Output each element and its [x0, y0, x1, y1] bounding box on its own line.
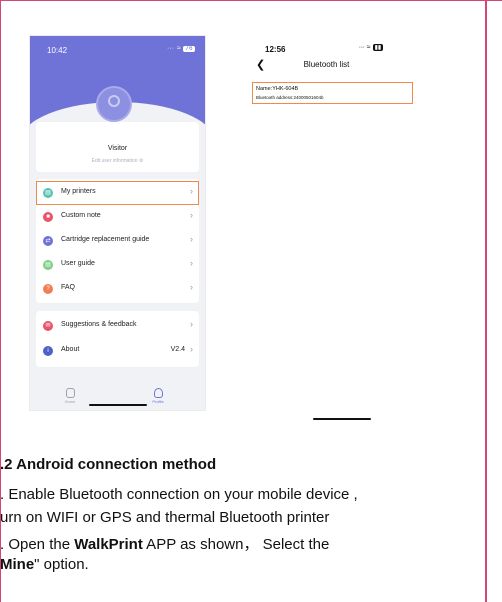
- chevron-right-icon: ›: [190, 186, 193, 196]
- menu-group-main: ▤ My printers › ■ Custom note › ⇄ Cartri…: [36, 179, 199, 303]
- screen-title: Bluetooth list: [303, 60, 350, 69]
- page-frame-right: [485, 0, 487, 602]
- option-name: Mine: [0, 556, 35, 573]
- chevron-right-icon: ›: [190, 234, 193, 244]
- instruction-line-2: urn on WIFI or GPS and thermal Bluetooth…: [0, 509, 330, 526]
- profile-screen-screenshot: 10:42 ∙∙∙ ≈76 Visitor Edit user informat…: [29, 35, 206, 411]
- settings-icon: ⚙: [137, 158, 144, 164]
- chevron-right-icon: ›: [190, 282, 193, 292]
- device-address: Bluetooth address:24000501604b: [256, 95, 324, 100]
- swap-icon: ⇄: [43, 236, 53, 246]
- menu-item-feedback[interactable]: ✉ Suggestions & feedback ›: [36, 314, 199, 338]
- bluetooth-list-screenshot: 12:56 ∙∙∙ ≈ ▮▮ ❮ Bluetooth list Name:YHK-…: [229, 35, 413, 420]
- page-frame-top: [0, 0, 502, 1]
- menu-item-label: Custom note: [61, 212, 101, 219]
- menu-item-label: About: [61, 346, 80, 353]
- edit-user-info-link[interactable]: Edit user information ⚙: [36, 158, 199, 164]
- instruction-line-3: . Open the WalkPrint APP as shown， Selec…: [0, 533, 329, 554]
- battery-icon: ▮▮: [372, 44, 384, 51]
- menu-item-cartridge-guide[interactable]: ⇄ Cartridge replacement guide ›: [36, 229, 199, 253]
- instruction-line-4: Mine" option.: [0, 556, 89, 573]
- chevron-right-icon: ›: [190, 258, 193, 268]
- menu-item-user-guide[interactable]: ▤ User guide ›: [36, 253, 199, 277]
- menu-item-label: Suggestions & feedback: [61, 321, 137, 328]
- bookmark-icon: ■: [43, 212, 53, 222]
- instruction-line-1: . Enable Bluetooth connection on your mo…: [0, 486, 358, 503]
- menu-item-label: Cartridge replacement guide: [61, 236, 150, 243]
- app-version: V2.4: [170, 346, 185, 353]
- menu-item-faq[interactable]: ? FAQ ›: [36, 277, 199, 301]
- menu-group-secondary: ✉ Suggestions & feedback › i About V2.4 …: [36, 311, 199, 367]
- tab-home-label: Home: [64, 399, 76, 404]
- bluetooth-device-item[interactable]: Name:YHK-604B Bluetooth address:24000501…: [252, 82, 413, 104]
- info-icon: i: [43, 346, 53, 356]
- menu-item-label: My printers: [61, 188, 96, 195]
- status-time: 10:42: [47, 46, 68, 55]
- tab-profile-label: Profile: [152, 399, 164, 404]
- chevron-right-icon: ›: [190, 210, 193, 220]
- menu-item-custom-note[interactable]: ■ Custom note ›: [36, 205, 199, 229]
- menu-item-my-printers[interactable]: ▤ My printers ›: [36, 181, 199, 205]
- chevron-right-icon: ›: [190, 344, 193, 354]
- edit-user-info-label: Edit user information: [91, 158, 138, 164]
- text-run: APP as shown， Select the: [142, 536, 330, 553]
- printer-icon: ▤: [43, 188, 53, 198]
- signal-wifi-icon: ∙∙∙ ≈: [167, 45, 182, 52]
- home-indicator: [313, 418, 371, 420]
- user-card[interactable]: Visitor Edit user information ⚙: [36, 122, 199, 172]
- menu-item-about[interactable]: i About V2.4 ›: [36, 339, 199, 363]
- tab-home[interactable]: Home: [60, 388, 80, 404]
- menu-item-label: FAQ: [61, 284, 76, 291]
- feedback-icon: ✉: [43, 321, 53, 331]
- status-time: 12:56: [265, 45, 286, 54]
- status-icons: ∙∙∙ ≈ ▮▮: [359, 44, 384, 51]
- section-heading: .2 Android connection method: [0, 456, 217, 473]
- battery-icon: 76: [183, 46, 195, 52]
- status-icons: ∙∙∙ ≈76: [167, 45, 195, 52]
- book-icon: ▤: [43, 260, 53, 270]
- signal-wifi-icon: ∙∙∙ ≈: [359, 44, 371, 51]
- text-run: . Open the: [0, 536, 75, 553]
- device-name: Name:YHK-604B: [256, 86, 299, 92]
- text-run: " option.: [34, 556, 89, 573]
- home-icon: [65, 388, 75, 398]
- app-name: WalkPrint: [74, 536, 143, 553]
- menu-item-label: User guide: [61, 260, 95, 267]
- avatar[interactable]: [96, 86, 132, 122]
- profile-icon: [153, 388, 163, 398]
- user-name: Visitor: [107, 145, 128, 152]
- home-indicator: [89, 404, 147, 406]
- faq-icon: ?: [43, 284, 53, 294]
- tab-bar: Home Profile: [30, 386, 205, 410]
- tab-profile[interactable]: Profile: [148, 388, 168, 404]
- chevron-right-icon: ›: [190, 319, 193, 329]
